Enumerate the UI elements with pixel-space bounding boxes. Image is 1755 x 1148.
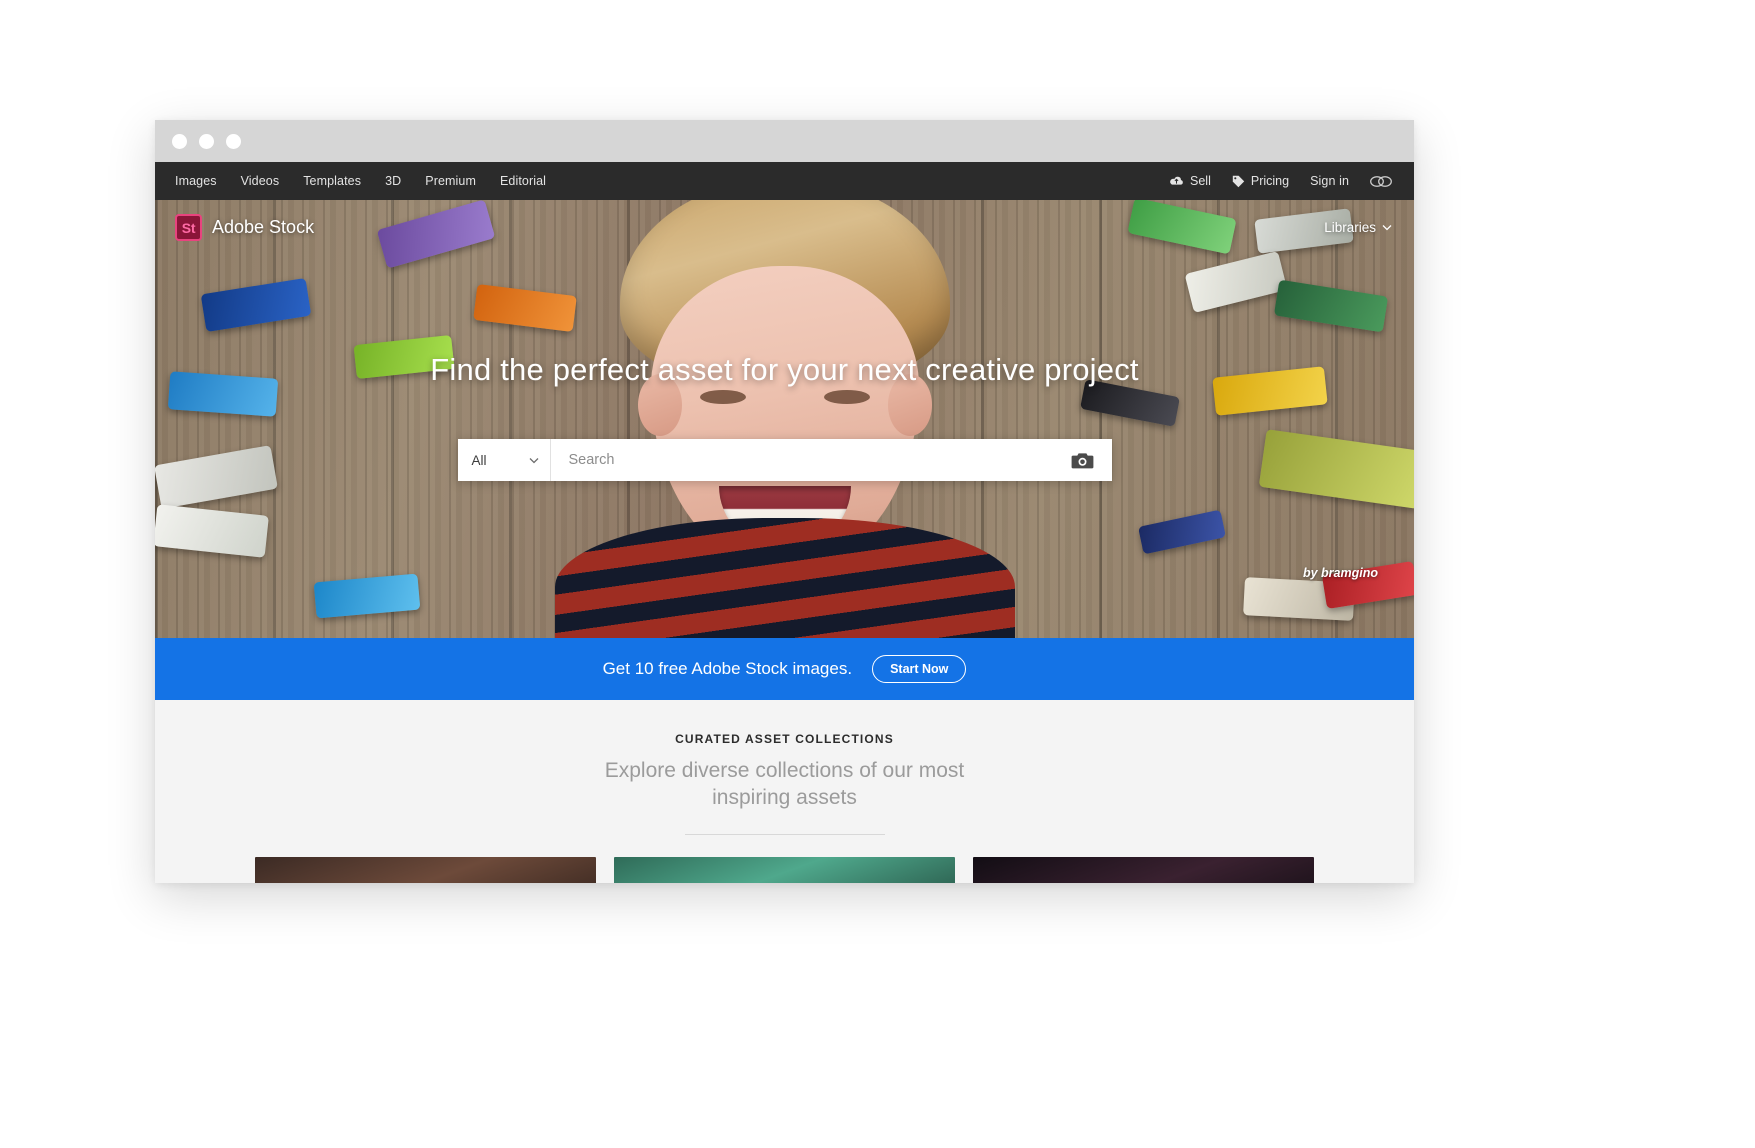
nav-item-sign-in[interactable]: Sign in: [1310, 174, 1349, 188]
libraries-label: Libraries: [1324, 220, 1376, 235]
collection-card-3[interactable]: [973, 856, 1314, 883]
chevron-down-icon: [529, 457, 539, 464]
price-tag-icon: [1232, 175, 1245, 188]
cloud-upload-icon: [1169, 175, 1184, 187]
nav-item-videos[interactable]: Videos: [241, 174, 280, 188]
camera-search-icon: [1071, 451, 1094, 470]
primary-nav-links: Images Videos Templates 3D Premium Edito…: [175, 174, 546, 188]
section-subheading: Explore diverse collections of our most …: [604, 759, 965, 809]
collection-card-grid: [155, 835, 1414, 883]
libraries-menu[interactable]: Libraries: [1324, 220, 1392, 235]
section-kicker: CURATED ASSET COLLECTIONS: [675, 732, 894, 746]
collection-card-1[interactable]: [255, 856, 596, 883]
promo-text: Get 10 free Adobe Stock images.: [602, 659, 853, 678]
creative-cloud-icon[interactable]: [1370, 175, 1392, 188]
hero-child-photo: [550, 200, 1020, 638]
minimize-button[interactable]: [199, 133, 214, 149]
hero-headline: Find the perfect asset for your next cre…: [430, 352, 1139, 387]
secondary-nav-links: Sell Pricing Sign in: [1169, 174, 1392, 188]
nav-item-pricing[interactable]: Pricing: [1232, 174, 1289, 188]
nav-item-editorial[interactable]: Editorial: [500, 174, 546, 188]
browser-window: Images Videos Templates 3D Premium Edito…: [155, 120, 1414, 883]
child-eye-left: [699, 390, 746, 404]
nav-item-premium[interactable]: Premium: [425, 174, 476, 188]
search-bar: All Search: [457, 439, 1112, 481]
nav-item-sell-label: Sell: [1190, 174, 1211, 188]
search-category-value: All: [471, 452, 487, 468]
nav-item-sell[interactable]: Sell: [1169, 174, 1211, 188]
screenshot-canvas: Images Videos Templates 3D Premium Edito…: [0, 0, 1755, 1148]
window-titlebar: [155, 120, 1414, 162]
stock-badge-icon: St: [175, 214, 202, 241]
child-striped-shirt: [554, 518, 1015, 638]
nav-item-pricing-label: Pricing: [1250, 174, 1290, 188]
hero-brand-row: St Adobe Stock Libraries: [155, 214, 1414, 241]
collection-card-2[interactable]: [614, 856, 955, 883]
search-placeholder: Search: [568, 452, 615, 468]
start-now-button[interactable]: Start Now: [872, 655, 967, 683]
photo-credit-watermark: by bramgino: [1302, 566, 1378, 580]
search-input[interactable]: Search: [551, 439, 1054, 481]
hero-section: St Adobe Stock Libraries Find the perfec…: [155, 200, 1414, 638]
child-eye-right: [823, 390, 870, 404]
chevron-down-icon: [1382, 224, 1392, 231]
search-category-select[interactable]: All: [458, 439, 551, 481]
close-button[interactable]: [172, 133, 187, 149]
nav-item-3d[interactable]: 3D: [385, 174, 401, 188]
visual-search-button[interactable]: [1054, 439, 1112, 481]
curated-collections-section: CURATED ASSET COLLECTIONS Explore divers…: [155, 700, 1414, 883]
top-navigation-bar: Images Videos Templates 3D Premium Edito…: [155, 162, 1414, 200]
adobe-stock-logo[interactable]: St Adobe Stock: [175, 214, 314, 241]
nav-item-templates[interactable]: Templates: [303, 174, 361, 188]
promo-banner: Get 10 free Adobe Stock images. Start No…: [155, 638, 1414, 700]
nav-item-images[interactable]: Images: [175, 174, 217, 188]
brand-name-label: Adobe Stock: [212, 217, 315, 237]
zoom-button[interactable]: [226, 133, 241, 149]
